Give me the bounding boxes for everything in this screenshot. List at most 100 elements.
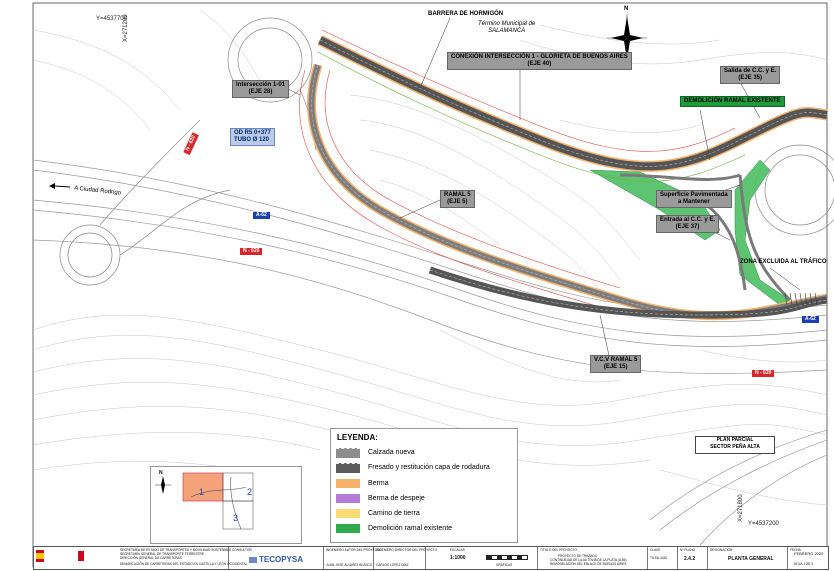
tb-designacion-value: PLANTA GENERAL	[728, 556, 774, 562]
tb-fecha-value: FEBRERO 2020	[794, 551, 824, 556]
barrera-leader	[419, 17, 451, 89]
tb-fecha: FECHA FEBRERO 2020 HOJA 1 DE 3	[788, 547, 828, 569]
legend-label: Fresado y restitución capa de rodadura	[368, 464, 490, 471]
label-od-line1: OD R5 0+377	[234, 130, 271, 136]
tb-escala: ESCALAS 1:1000 GRÁFICAS	[426, 547, 538, 569]
legend-label: Demolición ramal existente	[368, 525, 453, 532]
legend-swatch-camino	[336, 509, 360, 518]
label-superficie-line2: a Mantener	[678, 199, 710, 205]
label-termino: Término Municipal de SALAMANCA	[478, 21, 535, 35]
arrow-ciudad-rodrigo-icon	[49, 183, 71, 189]
spain-logo-icon	[36, 550, 44, 562]
plan-parcial-line2: SECTOR PEÑA ALTA	[710, 444, 760, 450]
road-badge-n620-c: N - 620	[752, 370, 775, 377]
key-map-sheet-3: 3	[233, 513, 239, 523]
tb-plano: Nº PLANO 2.4.2	[678, 547, 708, 569]
left-roundabout	[59, 119, 231, 286]
legend-row: Demolición ramal existente	[336, 523, 512, 535]
tb-escala-label: ESCALAS	[450, 548, 465, 552]
tb-titulo: TÍTULO DEL PROYECTO PROYECTO DE TRAZADO …	[538, 547, 648, 569]
tb-designacion-label: DESIGNACIÓN	[710, 548, 733, 552]
tb-director: INGENIERO DIRECTOR DEL PROYECTO CARLOS L…	[374, 547, 437, 569]
tb-graficas: GRÁFICAS	[496, 563, 513, 567]
plan-parcial-line1: PLAN PARCIAL	[716, 437, 754, 443]
tecopysa-logo-icon	[249, 557, 257, 563]
label-vcv-line1: V.C.V RAMAL 5	[594, 357, 638, 363]
label-termino-line1: Término Municipal de	[478, 21, 536, 27]
label-conexion-line1: CONEXIÓN INTERSECCIÓN 1 - GLORIETA DE BU…	[451, 54, 628, 60]
ministry-logo-icon	[78, 551, 84, 561]
plan-sheet: Y=4537700 X=271200 Y=4537200 X=271800 BA…	[0, 0, 834, 571]
legend-swatch-berma-despeje	[336, 494, 360, 503]
label-superficie: Superficie Pavimentada a Mantener	[656, 190, 732, 208]
tb-clave-label: CLAVE	[650, 548, 661, 552]
label-entrada-line2: (EJE 37)	[675, 224, 700, 230]
tb-designacion: DESIGNACIÓN PLANTA GENERAL	[708, 547, 788, 569]
tb-ministry-line3: DIRECCIÓN GENERAL DE CARRETERAS	[120, 556, 182, 560]
label-conexion-line2: (EJE 40)	[527, 61, 552, 67]
right-roundabout	[754, 144, 834, 236]
label-entrada-line1: Entrada al C.C. y E.	[660, 217, 716, 223]
label-zona-excluida: ZONA EXCLUIDA AL TRÁFICO	[740, 259, 827, 265]
legend-swatch-fresado	[336, 463, 360, 473]
label-entrada: Entrada al C.C. y E. (EJE 37)	[656, 215, 720, 233]
coord-y-bottom: Y=4537200	[748, 521, 779, 527]
legend-label: Camino de tierra	[368, 510, 420, 517]
label-salida-line2: (EJE 35)	[738, 75, 763, 81]
tb-plano-label: Nº PLANO	[680, 548, 696, 552]
label-interseccion-line1: Intersección 1-01	[236, 82, 286, 88]
label-od: OD R5 0+377 TUBO Ø 120	[230, 128, 275, 146]
tb-clave: CLAVE T5-SA-4410	[648, 547, 678, 569]
key-map-drawing	[155, 472, 254, 530]
scale-bar	[486, 555, 528, 560]
title-block: SECRETARÍA DE ESTADO DE TRANSPORTES Y MO…	[33, 546, 829, 570]
tb-consultor: CONSULTOR TECOPYSA	[229, 547, 324, 569]
legend-row: Camino de tierra	[336, 508, 512, 520]
coord-x-top: X=271200	[123, 14, 129, 42]
label-termino-line2: SALAMANCA	[488, 28, 526, 34]
key-map-sheet-2: 2	[247, 487, 253, 497]
tb-hoja: HOJA 1 DE 3	[794, 562, 813, 566]
key-map-sheet-1: 1	[199, 487, 205, 497]
north-label: N	[624, 6, 629, 12]
road-badge-n620-b: N - 620	[240, 248, 263, 255]
label-barrera: BARRERA DE HORMIGÓN	[428, 11, 504, 17]
label-demolicion: DEMOLICIÓN RAMAL EXISTENTE	[680, 96, 785, 107]
tb-autor-name: JUAN JOSÉ ÁLVAREZ BLASCO	[326, 563, 373, 567]
legend-row: Fresado y restitución capa de rodadura	[336, 462, 512, 474]
legend-row: Calzada nueva	[336, 447, 512, 459]
tb-ministry: SECRETARÍA DE ESTADO DE TRANSPORTES Y MO…	[34, 547, 247, 569]
tb-autor: INGENIERO AUTOR DEL PROYECTO JUAN JOSÉ Á…	[324, 547, 381, 569]
label-od-line2: TUBO Ø 120	[234, 137, 270, 143]
tb-escala-value: 1:1000	[450, 555, 466, 561]
label-ramal-5: RAMAL 5 (EJE 5)	[440, 190, 475, 208]
legend-panel: LEYENDA: Calzada nueva Fresado y restitu…	[330, 428, 518, 543]
label-conexion: CONEXIÓN INTERSECCIÓN 1 - GLORIETA DE BU…	[447, 52, 632, 70]
label-salida-line1: Salida de C.C. y E.	[724, 68, 777, 74]
key-map-north-icon	[155, 476, 171, 494]
legend-title: LEYENDA:	[337, 433, 378, 442]
legend-row: Berma de despeje	[336, 493, 512, 505]
label-salida: Salida de C.C. y E. (EJE 35)	[720, 66, 781, 84]
legend-label: Berma	[368, 480, 389, 487]
key-map-north-label: N	[159, 470, 163, 476]
tb-clave-value: T5-SA-4410	[650, 556, 668, 560]
coord-x-bottom: X=271800	[738, 494, 744, 522]
label-vcv: V.C.V RAMAL 5 (EJE 15)	[590, 355, 642, 373]
legend-swatch-calzada	[336, 448, 360, 458]
label-ramal-5-line1: RAMAL 5	[444, 192, 471, 198]
legend-swatch-demolicion	[336, 524, 360, 533]
label-interseccion: Intersección 1-01 (EJE 28)	[232, 80, 290, 98]
tb-consultor-label: CONSULTOR	[232, 548, 252, 552]
label-ramal-5-line2: (EJE 5)	[447, 199, 468, 205]
label-vcv-line2: (EJE 15)	[603, 364, 628, 370]
legend-swatch-berma	[336, 479, 360, 488]
legend-row: Berma	[336, 478, 512, 490]
tb-titulo-label: TÍTULO DEL PROYECTO	[540, 548, 578, 552]
tb-titulo-line3: REMODELACIÓN DEL ENLACE DE BUENOS AIRES	[550, 562, 627, 566]
legend-label: Berma de despeje	[368, 495, 425, 502]
road-badge-a62-b: A-62	[802, 316, 819, 323]
key-map: N 1 2 3	[150, 466, 302, 544]
tb-director-name: CARLOS LÓPEZ DÍAZ	[376, 563, 409, 567]
label-superficie-line1: Superficie Pavimentada	[660, 192, 728, 198]
